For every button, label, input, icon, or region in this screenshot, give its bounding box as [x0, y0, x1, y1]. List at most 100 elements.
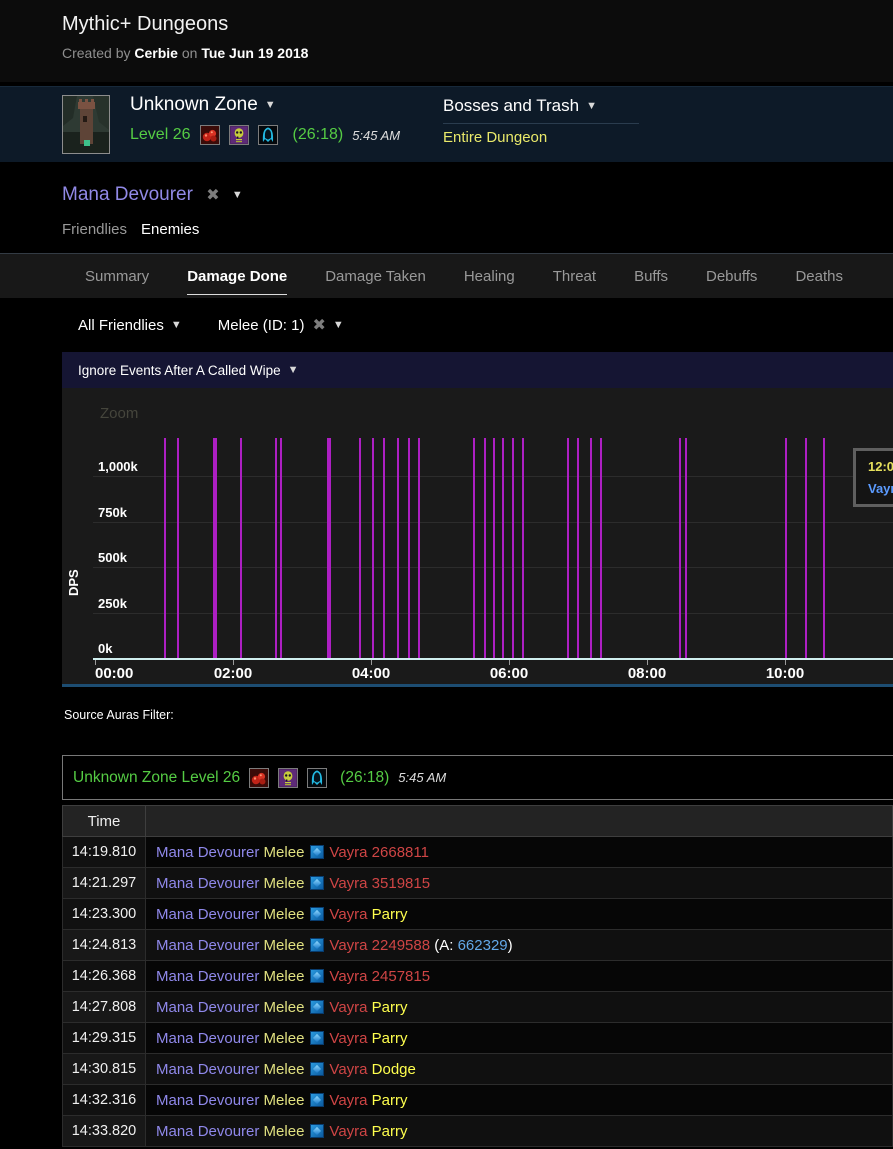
created-by-text: Created by [62, 45, 130, 61]
event-result: Parry [368, 1030, 408, 1047]
event-result: 2249588 [368, 937, 431, 954]
source-filter-label: All Friendlies [78, 317, 164, 334]
dps-spike [164, 438, 166, 658]
tooltip-player: Vayr [868, 481, 893, 496]
zone-summary-row[interactable]: Unknown Zone Level 26 (26:18) 5:45 AM [62, 755, 893, 800]
wipe-filter-label: Ignore Events After A Called Wipe [78, 363, 281, 378]
dps-spike [359, 438, 361, 658]
zone-summary-time-of-day: 5:45 AM [398, 770, 446, 785]
report-header: Mythic+ Dungeons Created by Cerbie on Tu… [0, 0, 893, 82]
event-result: Parry [368, 1123, 408, 1140]
time-of-day: 5:45 AM [352, 128, 400, 143]
event-target: Vayra [329, 1061, 367, 1078]
bursting-orbs-icon [200, 125, 220, 145]
event-time: 14:27.808 [62, 992, 146, 1023]
zone-name-dropdown[interactable]: Unknown Zone ▼ [130, 94, 276, 115]
boss-name-dropdown[interactable]: Mana Devourer [62, 184, 193, 205]
friendlies-link[interactable]: Friendlies [62, 221, 127, 238]
dps-spike [408, 438, 410, 658]
table-row: 14:19.810Mana Devourer MeleeVayra 266881… [62, 837, 893, 868]
dps-spike [177, 438, 179, 658]
close-icon[interactable]: ✖ [206, 187, 219, 204]
event-time: 14:21.297 [62, 868, 146, 899]
source-auras-filter-label: Source Auras Filter: [64, 708, 174, 722]
tab-deaths[interactable]: Deaths [795, 254, 843, 298]
tab-damage-done[interactable]: Damage Done [187, 254, 287, 298]
zoom-reset-button[interactable]: Zoom [100, 405, 138, 422]
dps-spike [512, 438, 514, 658]
table-row: 14:29.315Mana Devourer MeleeVayra Parry [62, 1023, 893, 1054]
source-filter-dropdown[interactable]: All Friendlies ▼ [78, 317, 182, 334]
event-target: Vayra [329, 968, 367, 985]
table-row: 14:27.808Mana Devourer MeleeVayra Parry [62, 992, 893, 1023]
event-time: 14:29.315 [62, 1023, 146, 1054]
melee-swing-icon [310, 938, 324, 952]
dps-spike [590, 438, 592, 658]
table-row: 14:21.297Mana Devourer MeleeVayra 351981… [62, 868, 893, 899]
event-source: Mana Devourer [156, 1061, 259, 1078]
wipe-filter-dropdown[interactable]: Ignore Events After A Called Wipe▼ [62, 352, 893, 388]
tab-debuffs[interactable]: Debuffs [706, 254, 757, 298]
close-icon[interactable]: ✖ [312, 317, 325, 334]
event-description: Mana Devourer MeleeVayra 2668811 [146, 837, 893, 868]
event-time: 14:19.810 [62, 837, 146, 868]
melee-swing-icon [310, 845, 324, 859]
ability-filter-dropdown[interactable]: Melee (ID: 1)✖▼ [218, 315, 344, 335]
enemies-link[interactable]: Enemies [141, 221, 199, 238]
chart-plot-area[interactable]: Zoom DPS 0k250k500k750k1,000k 00:0002:00… [62, 388, 893, 687]
dps-spike [275, 438, 277, 658]
zone-summary-title: Unknown Zone Level 26 [73, 769, 240, 787]
event-time: 14:24.813 [62, 930, 146, 961]
event-description: Mana Devourer MeleeVayra Parry [146, 1085, 893, 1116]
boss-section: Mana Devourer ✖ ▼ Friendlies Enemies [0, 162, 893, 253]
on-text: on [182, 45, 198, 61]
chevron-down-icon: ▼ [586, 100, 597, 112]
tab-buffs[interactable]: Buffs [634, 254, 668, 298]
table-row: 14:32.316Mana Devourer MeleeVayra Parry [62, 1085, 893, 1116]
chevron-down-icon: ▼ [265, 99, 276, 111]
event-ability: Melee [259, 906, 304, 923]
melee-swing-icon [310, 1093, 324, 1107]
table-row: 14:30.815Mana Devourer MeleeVayra Dodge [62, 1054, 893, 1085]
dps-spike [805, 438, 807, 658]
chevron-down-icon[interactable]: ▼ [232, 189, 243, 201]
tab-summary[interactable]: Summary [85, 254, 149, 298]
dps-spike [484, 438, 486, 658]
event-time: 14:26.368 [62, 961, 146, 992]
keystone-level: Level 26 [130, 126, 191, 144]
chevron-down-icon: ▼ [171, 319, 182, 331]
events-table: Time 14:19.810Mana Devourer MeleeVayra 2… [62, 805, 893, 1147]
x-axis-tick-label: 02:00 [214, 665, 252, 682]
melee-swing-icon [310, 907, 324, 921]
event-description: Mana Devourer MeleeVayra 3519815 [146, 868, 893, 899]
dps-spike [522, 438, 524, 658]
event-target: Vayra [329, 875, 367, 892]
melee-swing-icon [310, 969, 324, 983]
event-target: Vayra [329, 937, 367, 954]
event-time: 14:33.820 [62, 1116, 146, 1147]
table-row: 14:33.820Mana Devourer MeleeVayra Parry [62, 1116, 893, 1147]
event-result: 2668811 [368, 844, 429, 861]
bosses-and-trash-dropdown[interactable]: Bosses and Trash▼ [443, 96, 597, 115]
tab-damage-taken[interactable]: Damage Taken [325, 254, 426, 298]
melee-swing-icon [310, 1000, 324, 1014]
skeletal-necrotic-icon [278, 768, 298, 788]
event-ability: Melee [259, 1092, 304, 1109]
tab-threat[interactable]: Threat [553, 254, 596, 298]
report-author: Cerbie [134, 45, 178, 61]
report-title: Mythic+ Dungeons [62, 13, 228, 36]
event-source: Mana Devourer [156, 906, 259, 923]
zone-name-label: Unknown Zone [130, 94, 258, 115]
event-description: Mana Devourer MeleeVayra 2249588 (A: 662… [146, 930, 893, 961]
dps-spike [372, 438, 374, 658]
event-time: 14:32.316 [62, 1085, 146, 1116]
event-time: 14:30.815 [62, 1054, 146, 1085]
dps-spike [327, 438, 331, 658]
dps-spike [823, 438, 825, 658]
event-result: Dodge [368, 1061, 416, 1078]
divider [443, 123, 639, 124]
event-target: Vayra [329, 1030, 367, 1047]
tab-healing[interactable]: Healing [464, 254, 515, 298]
warcraft-logs-report-page: Mythic+ Dungeons Created by Cerbie on Tu… [0, 0, 893, 1149]
view-tab-bar: Summary Damage Done Damage Taken Healing Thr… [0, 253, 893, 298]
